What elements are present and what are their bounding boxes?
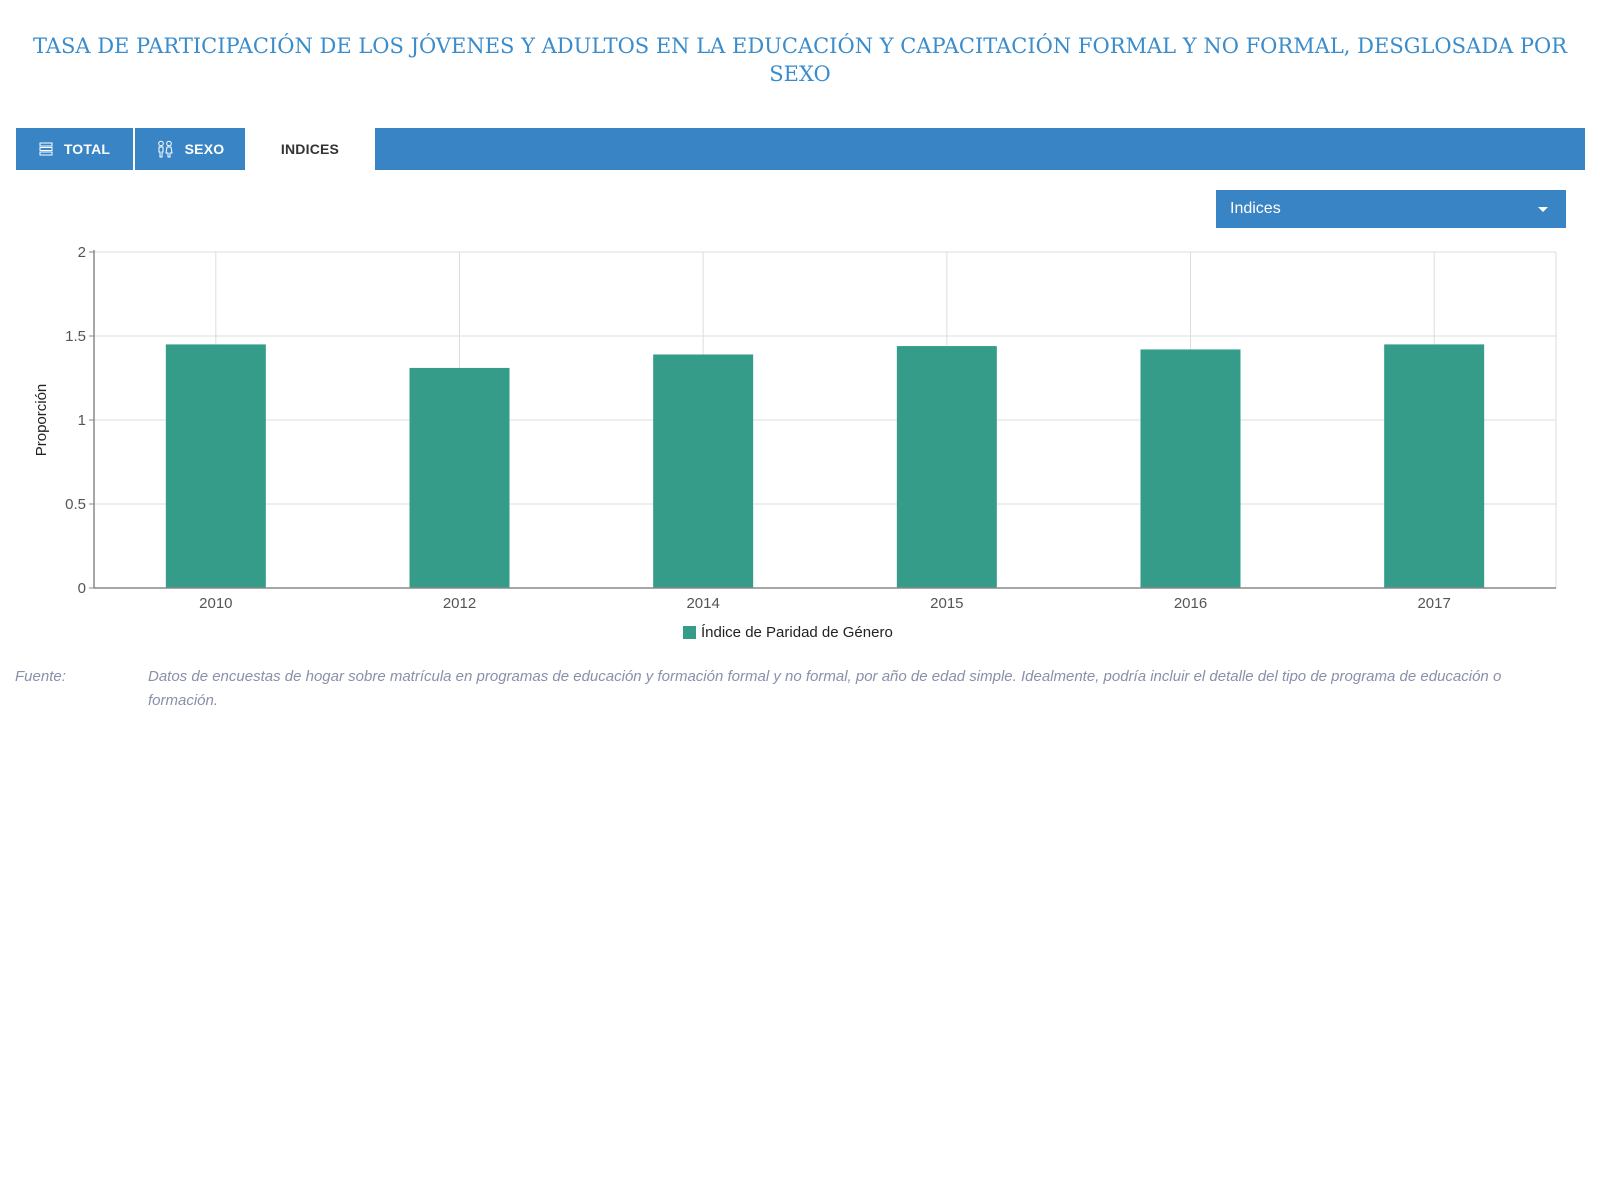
tab-sexo[interactable]: SEXO [135,128,245,170]
bar-2014 [653,354,754,588]
x-tick-label: 2015 [930,595,963,612]
caret-down-icon [1538,206,1548,212]
bar-2010 [165,344,266,588]
x-tick-label: 2017 [1417,595,1450,612]
indices-dropdown[interactable]: Indices [1216,190,1566,228]
x-tick-label: 2010 [199,595,232,612]
tab-sexo-label: SEXO [184,141,225,157]
tab-bar-fill [375,128,1585,170]
y-axis-title: Proporción [33,384,50,457]
bar-2012 [409,367,510,588]
x-tick-label: 2014 [686,595,719,612]
y-tick-label: 1.5 [65,328,86,345]
source-text: Datos de encuestas de hogar sobre matríc… [148,668,1502,709]
x-tick-label: 2016 [1174,595,1207,612]
tab-indices[interactable]: INDICES [245,128,375,170]
bar-2015 [896,346,997,588]
y-tick-label: 2 [78,244,86,261]
legend-label: Índice de Paridad de Género [701,624,893,641]
tab-total[interactable]: TOTAL [16,128,133,170]
bar-2017 [1384,344,1485,588]
page-title: TASA DE PARTICIPACIÓN DE LOS JÓVENES Y A… [32,34,1568,86]
gender-icon [156,140,174,158]
y-tick-label: 1 [78,412,86,429]
x-tick-label: 2012 [443,595,476,612]
y-tick-label: 0 [78,580,86,597]
bar-chart: 0 0.5 1 1.5 2 2010 2012 2014 2015 2016 2017 Proporc… [33,244,1557,641]
tab-bar: TOTAL SEXO INDICES [16,128,1585,170]
y-tick-label: 0.5 [65,496,86,513]
source-label: Fuente: [15,668,66,685]
tab-indices-label: INDICES [280,141,340,157]
legend-swatch [683,626,696,639]
tab-total-label: TOTAL [63,141,111,157]
dropdown-selected-value: Indices [1230,200,1281,217]
list-icon [39,142,53,156]
bar-2016 [1140,349,1241,588]
